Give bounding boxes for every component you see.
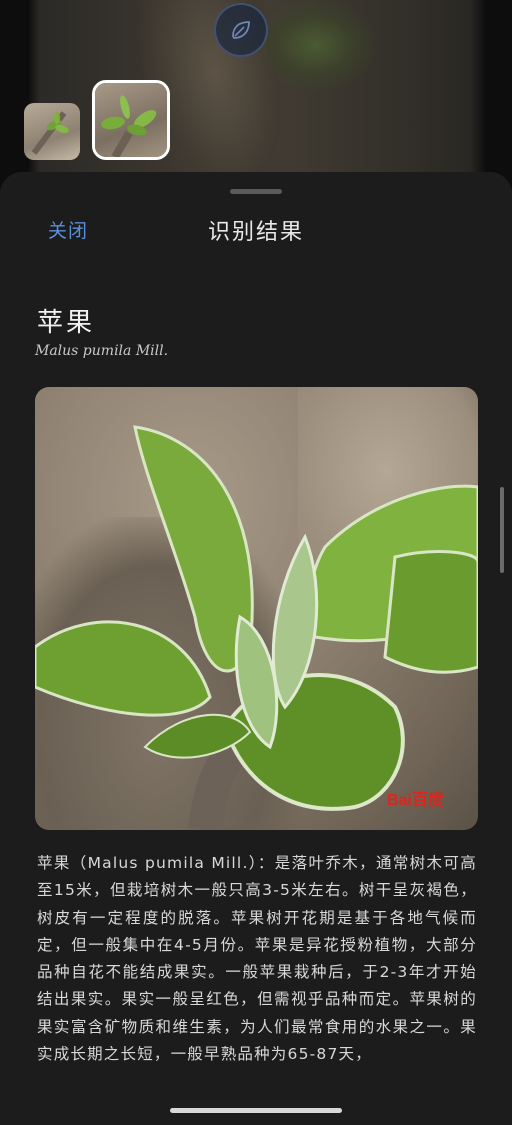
leaf-thumb-icon bbox=[101, 95, 157, 157]
leaf-thumb-icon bbox=[31, 111, 69, 155]
plant-photo: Bai百度 bbox=[35, 387, 478, 830]
sheet-title: 识别结果 bbox=[207, 220, 304, 245]
plant-name: 苹果 bbox=[37, 308, 96, 338]
thumbnail-plant-1[interactable] bbox=[24, 103, 80, 160]
apple-sprout-image bbox=[35, 425, 478, 830]
plant-latin-name: Malus pumila Mill. bbox=[35, 343, 169, 359]
result-sheet: 关闭 识别结果 苹果 Malus pumila Mill. Bai百度 苹果（M… bbox=[0, 172, 512, 1125]
leaf-scan-icon bbox=[232, 21, 250, 39]
shutter-button[interactable] bbox=[214, 3, 268, 57]
thumbnail-plant-2-selected[interactable] bbox=[92, 80, 170, 160]
plant-description: 苹果（Malus pumila Mill.）：是落叶乔木，通常树木可高至15米，… bbox=[37, 854, 477, 1064]
baidu-watermark: Bai百度 bbox=[387, 792, 444, 809]
camera-preview bbox=[0, 0, 512, 190]
home-indicator[interactable] bbox=[170, 1108, 342, 1113]
leaf-blur bbox=[255, 0, 375, 90]
scrollbar[interactable] bbox=[500, 487, 504, 573]
drag-handle[interactable] bbox=[230, 189, 282, 194]
